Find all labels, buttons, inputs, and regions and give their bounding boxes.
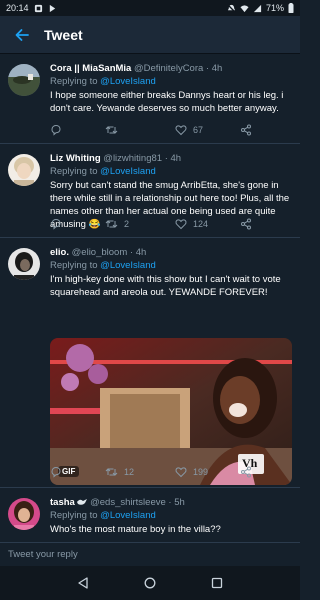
tweet-text: I'm high-key done with this show but I c…: [50, 274, 281, 298]
nav-home-icon[interactable]: [144, 577, 156, 589]
wifi-icon: [240, 4, 249, 12]
retweet-icon: [105, 126, 118, 134]
like-count: 67: [193, 125, 204, 135]
page-title: Tweet: [44, 26, 83, 43]
share-button[interactable]: [240, 218, 252, 230]
reply-button[interactable]: [50, 466, 62, 478]
display-name[interactable]: Liz Whiting: [50, 153, 101, 164]
like-button[interactable]: 67: [175, 124, 203, 136]
arrow-left-icon: [15, 28, 29, 41]
signal-icon: [253, 4, 262, 12]
retweet-count: 2: [124, 219, 130, 229]
display-name[interactable]: elio.: [50, 247, 69, 258]
reply-icon: [51, 124, 61, 136]
reply-composer[interactable]: Tweet your reply: [0, 542, 300, 566]
retweet-button[interactable]: 12: [105, 466, 134, 478]
tweet-item[interactable]: elio. @elio_bloom · 4h Replying to @Love…: [0, 238, 300, 488]
like-button[interactable]: 124: [175, 218, 208, 230]
handle-and-time: @eds_shirtsleeve · 5h: [90, 497, 185, 508]
display-name[interactable]: Cora || MiaSanMia: [50, 63, 131, 74]
tweet-item[interactable]: Liz Whiting @lizwhiting81 · 4h Replying …: [0, 144, 300, 238]
share-icon: [241, 466, 251, 478]
retweet-count: 12: [124, 467, 135, 477]
tweet-item[interactable]: tasha @eds_shirtsleeve · 5h Replying to …: [0, 488, 300, 542]
reply-button[interactable]: [50, 124, 62, 136]
retweet-button[interactable]: 2: [105, 218, 129, 230]
dove-emoji-icon: [77, 499, 88, 505]
avatar[interactable]: [8, 498, 40, 530]
mention-link[interactable]: @LoveIsland: [100, 510, 156, 521]
replying-to: Replying to @LoveIsland: [50, 75, 290, 88]
retweet-icon: [105, 220, 118, 228]
heart-icon: [175, 125, 187, 136]
battery-icon: [288, 3, 294, 13]
avatar[interactable]: [8, 64, 40, 96]
tweet-actions: 12 199: [50, 466, 290, 480]
back-button[interactable]: [0, 16, 44, 54]
tweet-actions: 2 124: [50, 218, 290, 232]
replying-to: Replying to @LoveIsland: [50, 165, 290, 178]
tweet-item[interactable]: Cora || MiaSanMia @DefinitelyCora · 4h R…: [0, 54, 300, 144]
like-count: 124: [193, 219, 209, 229]
system-nav-bar: [0, 566, 300, 600]
replying-to-label: Replying to: [50, 510, 101, 521]
avatar[interactable]: [8, 154, 40, 186]
nav-back-icon[interactable]: [77, 577, 89, 589]
reply-placeholder: Tweet your reply: [8, 549, 78, 560]
replying-to-label: Replying to: [50, 260, 101, 271]
tweet-text: Who's the most mature boy in the villa??: [50, 524, 221, 535]
app-header: Tweet: [0, 16, 300, 54]
battery-percent: 71%: [265, 3, 284, 13]
heart-icon: [175, 467, 187, 478]
share-button[interactable]: [240, 466, 252, 478]
replying-to: Replying to @LoveIsland: [50, 509, 290, 522]
display-name[interactable]: tasha: [50, 497, 75, 508]
reply-icon: [51, 466, 61, 478]
mention-link[interactable]: @LoveIsland: [100, 166, 156, 177]
mention-link[interactable]: @LoveIsland: [100, 76, 156, 87]
gif-media[interactable]: GIF Vh: [50, 338, 292, 485]
reply-icon: [51, 218, 61, 230]
replying-to-label: Replying to: [50, 166, 101, 177]
replying-to-label: Replying to: [50, 76, 101, 87]
replying-to: Replying to @LoveIsland: [50, 259, 290, 272]
status-time: 20:14: [6, 3, 29, 13]
handle-and-time: @lizwhiting81 · 4h: [103, 153, 182, 164]
heart-icon: [175, 219, 187, 230]
handle-and-time: @DefinitelyCora · 4h: [133, 63, 223, 74]
reply-feed: Cora || MiaSanMia @DefinitelyCora · 4h R…: [0, 54, 300, 542]
retweet-button[interactable]: [105, 124, 124, 136]
share-button[interactable]: [240, 124, 252, 136]
avatar[interactable]: [8, 248, 40, 280]
mute-icon: [227, 3, 236, 13]
share-icon: [241, 124, 251, 136]
tweet-text: I hope someone either breaks Dannys hear…: [50, 90, 284, 114]
like-count: 199: [193, 467, 209, 477]
handle-and-time: @elio_bloom · 4h: [71, 247, 147, 258]
retweet-icon: [105, 468, 118, 476]
tweet-actions: 67: [50, 124, 290, 138]
status-bar: 20:14 71%: [0, 0, 300, 16]
share-icon: [241, 218, 251, 230]
app-notification-icon: [49, 4, 55, 12]
mention-link[interactable]: @LoveIsland: [100, 260, 156, 271]
nav-recents-icon[interactable]: [211, 577, 223, 589]
notification-icon: [34, 4, 42, 12]
like-button[interactable]: 199: [175, 466, 208, 478]
reply-button[interactable]: [50, 218, 62, 230]
